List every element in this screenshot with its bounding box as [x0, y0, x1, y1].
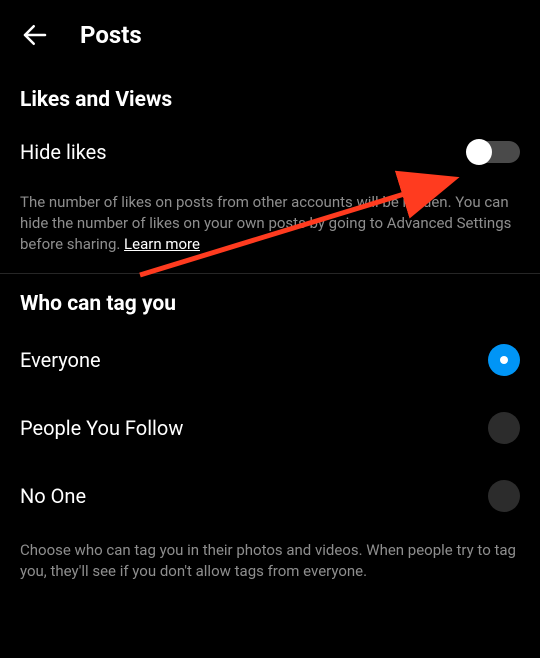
description-text: The number of likes on posts from other …: [20, 193, 511, 253]
toggle-knob: [466, 139, 492, 165]
header: Posts: [0, 0, 540, 70]
tag-description: Choose who can tag you in their photos a…: [0, 530, 540, 600]
row-hide-likes: Hide likes: [0, 122, 540, 182]
learn-more-link[interactable]: Learn more: [124, 235, 200, 253]
row-no-one[interactable]: No One: [0, 462, 540, 530]
option-everyone-label: Everyone: [20, 348, 101, 372]
row-people-you-follow[interactable]: People You Follow: [0, 394, 540, 462]
option-people-you-follow-label: People You Follow: [20, 416, 183, 440]
radio-everyone[interactable]: [488, 344, 520, 376]
option-no-one-label: No One: [20, 484, 86, 508]
radio-people-you-follow[interactable]: [488, 412, 520, 444]
tag-description-text: Choose who can tag you in their photos a…: [20, 541, 516, 580]
back-button[interactable]: [20, 20, 50, 50]
back-arrow-icon: [20, 20, 50, 50]
hide-likes-label: Hide likes: [20, 140, 107, 164]
row-everyone[interactable]: Everyone: [0, 326, 540, 394]
section-likes-views-title: Likes and Views: [0, 70, 540, 122]
radio-no-one[interactable]: [488, 480, 520, 512]
page-title: Posts: [80, 21, 142, 49]
hide-likes-toggle[interactable]: [468, 141, 520, 163]
section-who-can-tag-title: Who can tag you: [0, 274, 540, 326]
hide-likes-description: The number of likes on posts from other …: [0, 182, 540, 273]
